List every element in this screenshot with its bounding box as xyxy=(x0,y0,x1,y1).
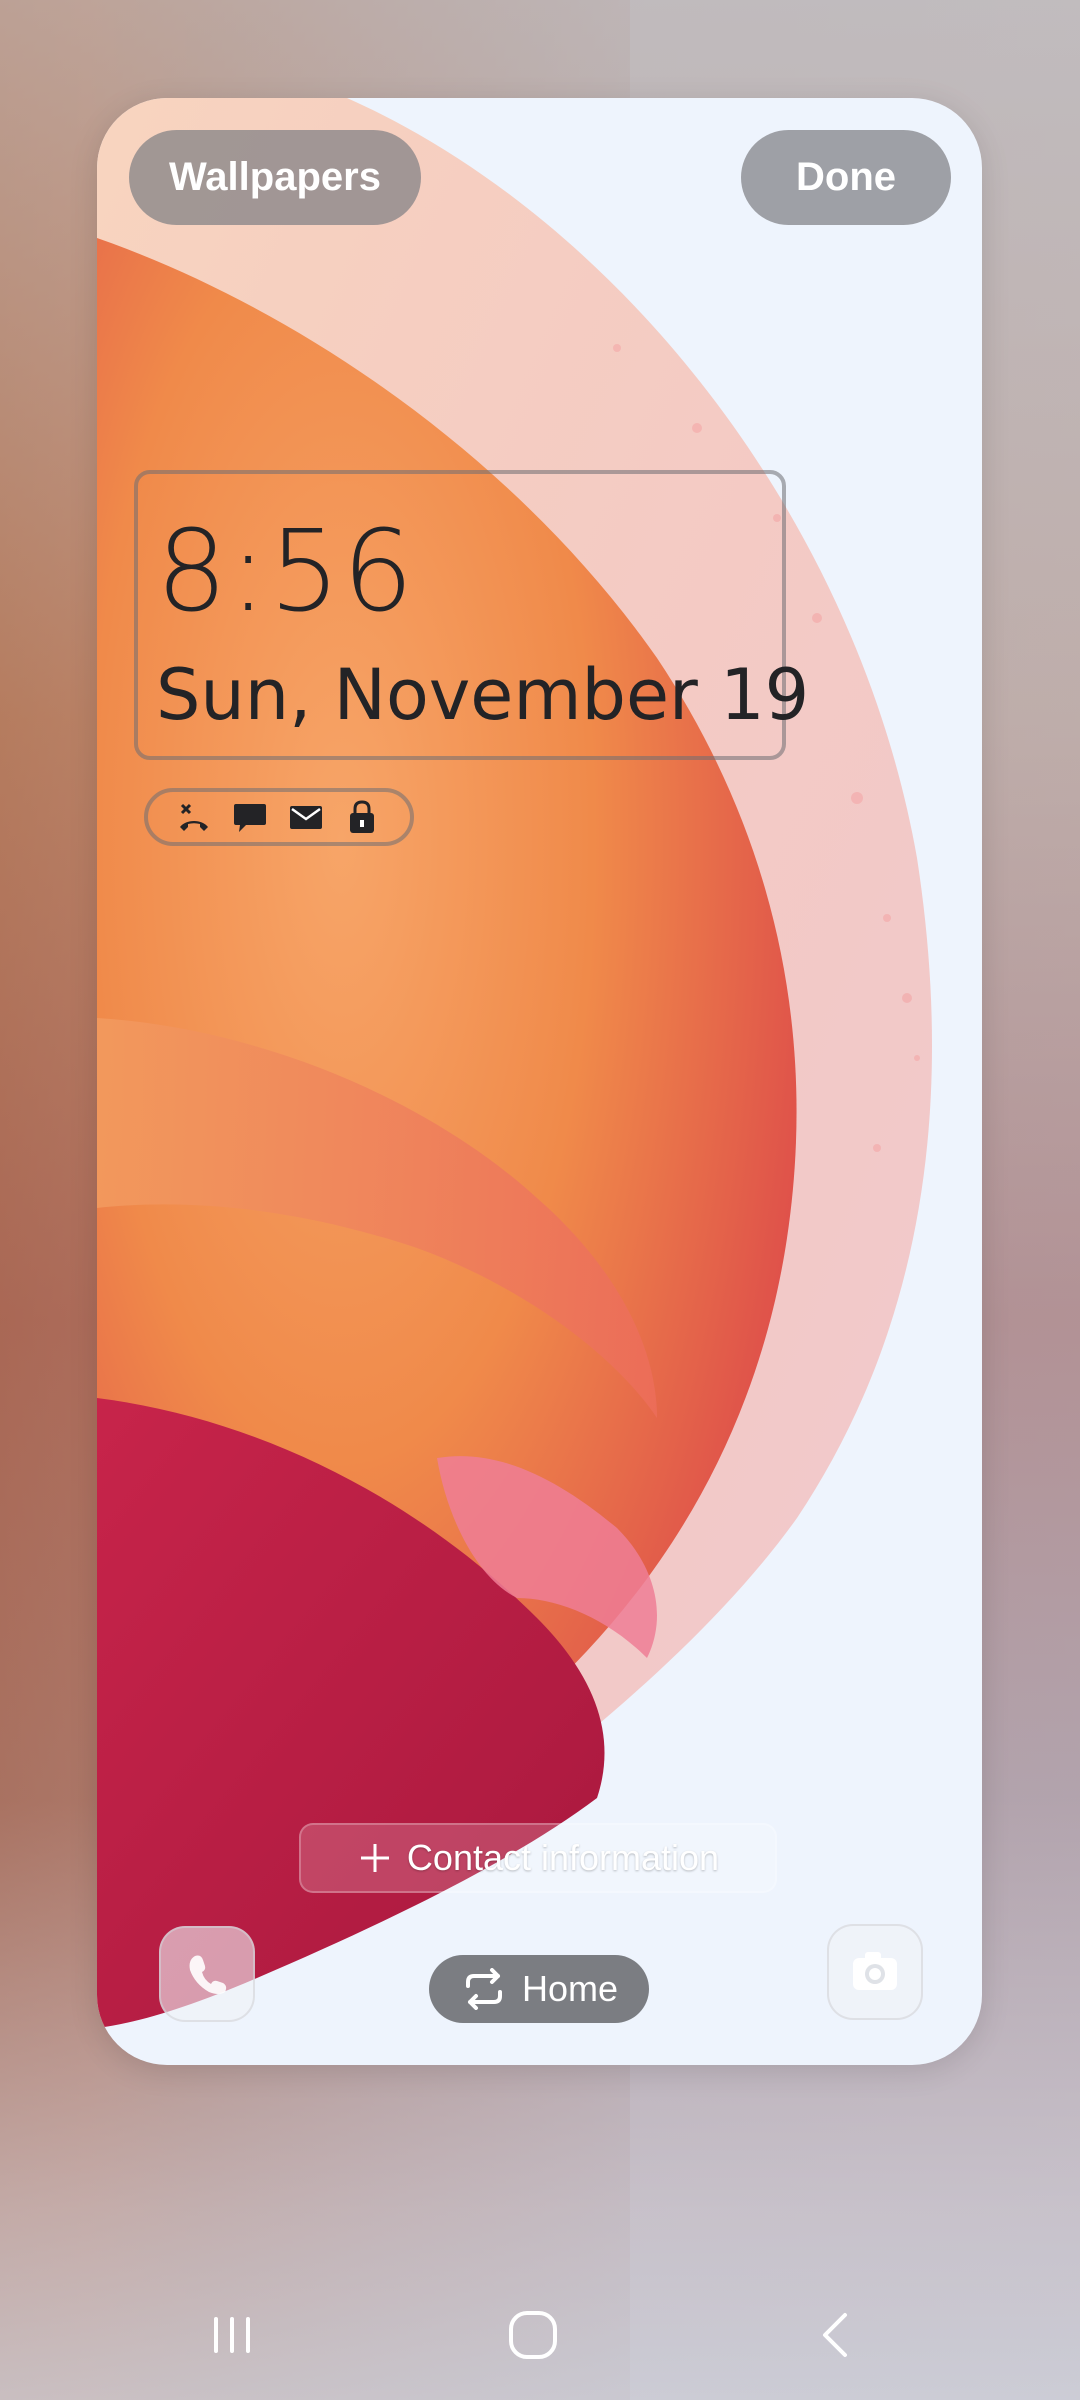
wallpaper-image xyxy=(97,98,932,2028)
recent-apps-icon xyxy=(214,2317,250,2353)
home-button[interactable] xyxy=(458,2270,608,2400)
wallpapers-button[interactable]: Wallpapers xyxy=(129,130,421,225)
phone-icon xyxy=(189,1955,227,1994)
clock-date: Sun, November 19 xyxy=(156,654,810,736)
home-icon xyxy=(509,2311,557,2359)
done-button[interactable]: Done xyxy=(741,130,951,225)
lock-icon xyxy=(350,800,374,833)
recent-apps-button[interactable] xyxy=(157,2270,307,2400)
home-toggle-label: Home xyxy=(521,1968,619,2009)
left-shortcut[interactable] xyxy=(159,1926,255,2022)
notification-icons-widget[interactable] xyxy=(144,788,414,846)
clock-widget[interactable]: 8:56 Sun, November 19 xyxy=(134,470,809,760)
plus-icon xyxy=(360,1844,389,1872)
lock-screen-preview: Wallpapers Done 8:56 Sun, November 19 Co… xyxy=(97,98,982,2065)
contact-information-button[interactable]: Contact information xyxy=(299,1823,777,1893)
clock-time: 8:56 xyxy=(156,507,416,637)
navigation-bar xyxy=(0,2270,1080,2400)
message-icon xyxy=(234,804,266,832)
right-shortcut[interactable] xyxy=(827,1924,923,2020)
swap-icon xyxy=(465,1968,502,2010)
missed-call-icon xyxy=(180,803,208,831)
home-lock-toggle-button[interactable]: Home xyxy=(429,1955,649,2023)
contact-information-label: Contact information xyxy=(406,1837,720,1878)
back-button[interactable] xyxy=(762,2270,912,2400)
back-icon xyxy=(823,2313,847,2357)
camera-icon xyxy=(853,1952,897,1990)
email-icon xyxy=(290,806,322,829)
